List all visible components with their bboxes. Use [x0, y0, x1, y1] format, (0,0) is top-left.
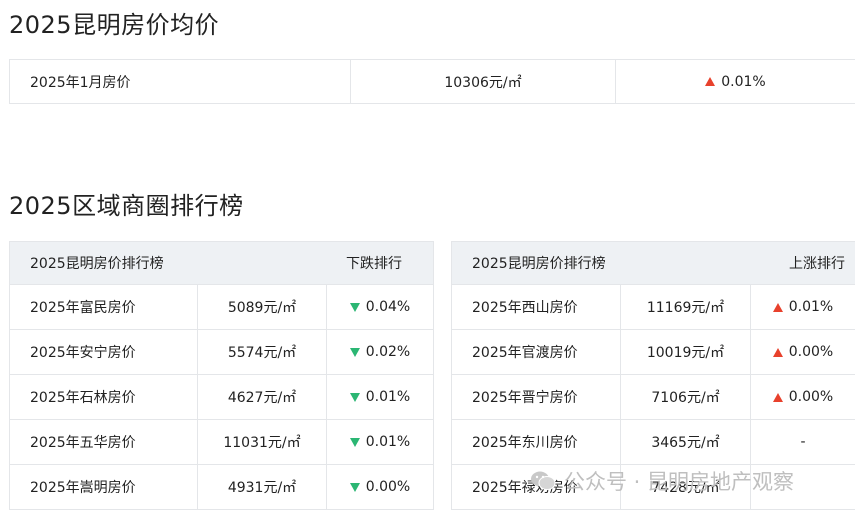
district-link[interactable]: 2025年五华房价 [10, 420, 198, 464]
change-cell: 0.02% [327, 330, 433, 374]
district-link[interactable]: 2025年晋宁房价 [452, 375, 621, 419]
table-header-title: 2025昆明房价排行榜 [30, 256, 164, 272]
change-value: 0.02% [365, 344, 411, 360]
change-value: 0.00% [788, 389, 834, 405]
summary-row: 2025年1月房价 10306元/㎡ 0.01% [9, 59, 855, 104]
change-cell: 0.04% [327, 285, 433, 329]
summary-label[interactable]: 2025年1月房价 [10, 60, 351, 103]
price-value: 10019元/㎡ [621, 330, 751, 374]
change-cell: 0.01% [327, 375, 433, 419]
summary-price: 10306元/㎡ [351, 60, 616, 103]
table-row: 2025年富民房价 5089元/㎡ 0.04% [10, 284, 433, 329]
up-arrow-icon [772, 302, 783, 312]
up-arrow-icon [772, 392, 783, 402]
up-arrow-icon [772, 347, 783, 357]
down-arrow-icon [349, 482, 360, 492]
down-arrow-icon [349, 392, 360, 402]
summary-change: 0.01% [616, 60, 855, 103]
table-header: 2025昆明房价排行榜 下跌排行 [10, 242, 433, 284]
table-row: 2025年晋宁房价 7106元/㎡ 0.00% [452, 374, 855, 419]
change-cell: 0.00% [327, 465, 433, 509]
district-link[interactable]: 2025年石林房价 [10, 375, 198, 419]
change-value: 0.01% [365, 434, 411, 450]
district-link[interactable]: 2025年西山房价 [452, 285, 621, 329]
change-cell: - [751, 420, 855, 464]
sort-label-falling[interactable]: 下跌排行 [346, 253, 402, 273]
district-link[interactable]: 2025年官渡房价 [452, 330, 621, 374]
change-value: 0.00% [365, 479, 411, 495]
change-cell [751, 465, 855, 509]
down-arrow-icon [349, 302, 360, 312]
change-cell: 0.00% [751, 330, 855, 374]
change-value: - [800, 434, 806, 450]
table-row: 2025年安宁房价 5574元/㎡ 0.02% [10, 329, 433, 374]
district-link[interactable]: 2025年富民房价 [10, 285, 198, 329]
district-link[interactable]: 2025年嵩明房价 [10, 465, 198, 509]
price-value: 7106元/㎡ [621, 375, 751, 419]
table-header-title: 2025昆明房价排行榜 [472, 256, 606, 272]
price-value: 5574元/㎡ [198, 330, 327, 374]
price-value: 5089元/㎡ [198, 285, 327, 329]
up-arrow-icon [705, 77, 716, 86]
summary-change-value: 0.01% [721, 73, 766, 90]
down-arrow-icon [349, 347, 360, 357]
rising-ranking-table: 2025昆明房价排行榜 上涨排行 2025年西山房价 11169元/㎡ 0.01% 2… [451, 241, 855, 510]
price-value: 3465元/㎡ [621, 420, 751, 464]
change-cell: 0.01% [751, 285, 855, 329]
change-value: 0.04% [365, 299, 411, 315]
change-value: 0.01% [365, 389, 411, 405]
price-value: 4627元/㎡ [198, 375, 327, 419]
section-title: 2025区域商圈排行榜 [9, 192, 244, 220]
price-value: 11169元/㎡ [621, 285, 751, 329]
sort-label-rising[interactable]: 上涨排行 [789, 253, 845, 273]
falling-ranking-table: 2025昆明房价排行榜 下跌排行 2025年富民房价 5089元/㎡ 0.04% 20… [9, 241, 434, 510]
table-row: 2025年嵩明房价 4931元/㎡ 0.00% [10, 464, 433, 509]
down-arrow-icon [349, 437, 360, 447]
page-title: 2025昆明房价均价 [9, 11, 220, 39]
table-row: 2025年石林房价 4627元/㎡ 0.01% [10, 374, 433, 419]
table-row: 2025年禄劝房价 7428元/㎡ [452, 464, 855, 509]
price-value: 11031元/㎡ [198, 420, 327, 464]
table-row: 2025年官渡房价 10019元/㎡ 0.00% [452, 329, 855, 374]
district-link[interactable]: 2025年禄劝房价 [452, 465, 621, 509]
table-row: 2025年西山房价 11169元/㎡ 0.01% [452, 284, 855, 329]
district-link[interactable]: 2025年安宁房价 [10, 330, 198, 374]
change-cell: 0.00% [751, 375, 855, 419]
table-header: 2025昆明房价排行榜 上涨排行 [452, 242, 855, 284]
table-row: 2025年东川房价 3465元/㎡ - [452, 419, 855, 464]
change-cell: 0.01% [327, 420, 433, 464]
price-value: 4931元/㎡ [198, 465, 327, 509]
price-value: 7428元/㎡ [621, 465, 751, 509]
district-link[interactable]: 2025年东川房价 [452, 420, 621, 464]
change-value: 0.00% [788, 344, 834, 360]
change-value: 0.01% [788, 299, 834, 315]
table-row: 2025年五华房价 11031元/㎡ 0.01% [10, 419, 433, 464]
